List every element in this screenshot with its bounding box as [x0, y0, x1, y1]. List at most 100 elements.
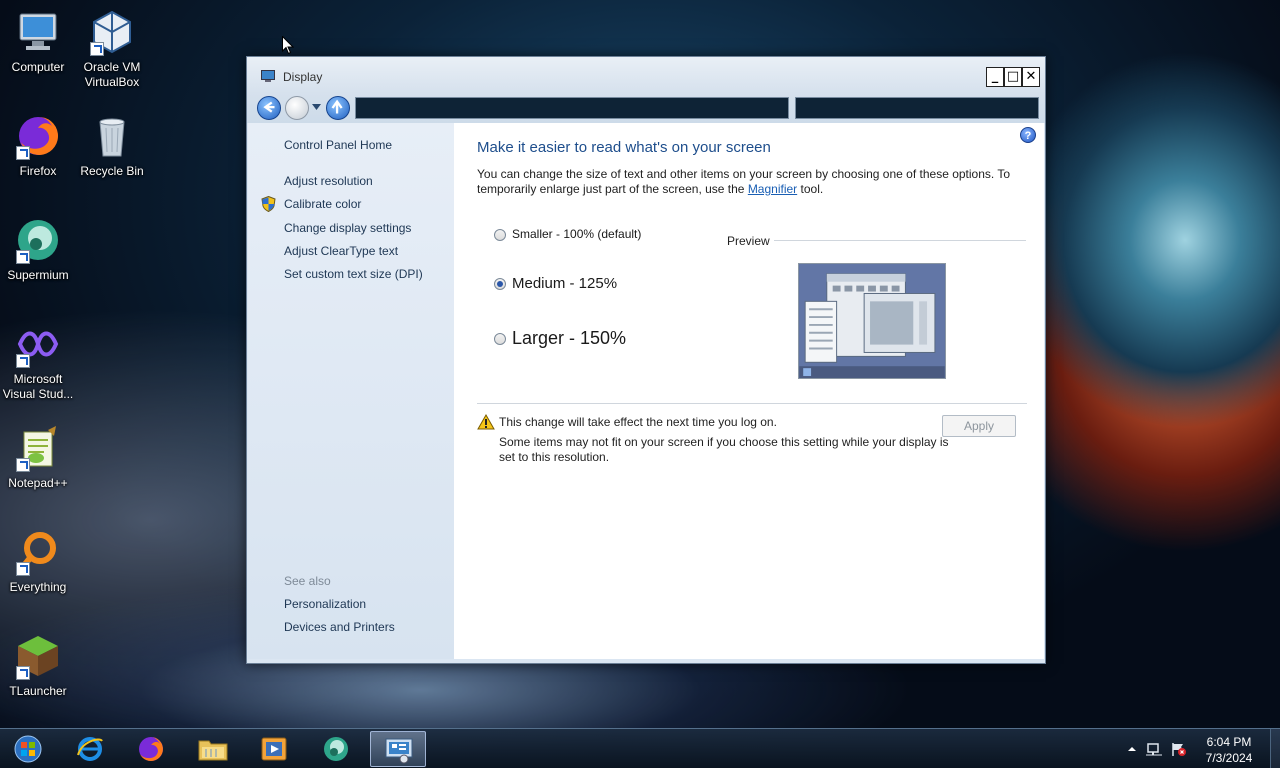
- radio-smaller[interactable]: [494, 228, 506, 241]
- visual-studio-icon: [14, 320, 62, 368]
- radio-larger[interactable]: [494, 333, 506, 346]
- taskbar-file-explorer[interactable]: [185, 731, 241, 767]
- firefox-icon: [139, 737, 163, 761]
- show-hidden-icons-icon[interactable]: [1124, 741, 1140, 757]
- description-text: You can change the size of text and othe…: [477, 167, 1011, 196]
- page-heading: Make it easier to read what's on your sc…: [477, 139, 771, 156]
- everything-icon: [14, 528, 62, 576]
- maximize-button[interactable]: □: [1004, 67, 1022, 87]
- supermium-icon: [14, 216, 62, 264]
- task-pane: Control Panel Home Adjust resolution Cal…: [248, 123, 454, 659]
- taskbar-internet-explorer[interactable]: [62, 731, 118, 767]
- mouse-cursor-icon: [282, 36, 294, 55]
- up-arrow-icon: [331, 99, 343, 114]
- control-panel-home-link[interactable]: Control Panel Home: [284, 138, 392, 152]
- shortcut-arrow-icon: [90, 42, 104, 56]
- calibrate-color-link[interactable]: Calibrate color: [284, 197, 361, 211]
- option-smaller[interactable]: Smaller - 100% (default): [494, 227, 641, 241]
- media-player-icon: [261, 737, 287, 761]
- desktop-icon-notepad-plus-plus[interactable]: Notepad++: [0, 424, 76, 491]
- action-center-flag-icon[interactable]: [1170, 741, 1186, 757]
- change-display-settings-link[interactable]: Change display settings: [284, 221, 411, 235]
- display-control-panel-icon: [385, 738, 413, 764]
- option-larger[interactable]: Larger - 150%: [494, 328, 626, 349]
- system-clock[interactable]: 6:04 PM 7/3/2024: [1196, 734, 1262, 766]
- uac-shield-icon: [261, 196, 276, 212]
- desktop-icon-label: Recycle Bin: [80, 164, 144, 178]
- clock-date: 7/3/2024: [1205, 751, 1253, 765]
- desktop-icon-firefox[interactable]: Firefox: [0, 112, 76, 179]
- section-divider: [477, 403, 1027, 404]
- back-button[interactable]: [257, 96, 281, 120]
- window-title: Display: [283, 70, 323, 84]
- option-smaller-label: Smaller - 100% (default): [512, 227, 642, 241]
- search-box[interactable]: [795, 97, 1039, 119]
- warning-message: This change will take effect the next ti…: [499, 415, 777, 429]
- page-description: You can change the size of text and othe…: [477, 167, 1017, 197]
- desktop-icon-everything[interactable]: Everything: [0, 528, 76, 595]
- desktop-icon-label: TLauncher: [9, 684, 67, 698]
- devices-and-printers-link[interactable]: Devices and Printers: [284, 620, 395, 634]
- radio-medium[interactable]: [494, 278, 506, 291]
- desktop-icon-computer[interactable]: Computer: [0, 8, 76, 75]
- back-arrow-icon: [263, 101, 275, 113]
- start-button[interactable]: [0, 731, 56, 767]
- desktop-icon-label: Microsoft Visual Stud...: [2, 372, 74, 401]
- title-bar[interactable]: Display _ □ ✕: [247, 57, 1045, 93]
- taskbar-display-control-panel[interactable]: [370, 731, 426, 767]
- forward-arrow-icon: [286, 97, 308, 119]
- adjust-resolution-link[interactable]: Adjust resolution: [284, 174, 373, 188]
- shortcut-arrow-icon: [16, 666, 30, 680]
- warning-detail: Some items may not fit on your screen if…: [499, 435, 949, 464]
- preview-divider: [774, 240, 1026, 241]
- address-bar[interactable]: [355, 97, 789, 119]
- forward-button[interactable]: [285, 96, 309, 120]
- option-medium[interactable]: Medium - 125%: [494, 275, 617, 292]
- desktop-icon-supermium[interactable]: Supermium: [0, 216, 76, 283]
- show-desktop-button[interactable]: [1270, 729, 1280, 768]
- taskbar-media-player[interactable]: [246, 731, 302, 767]
- desktop-icon-virtualbox[interactable]: Oracle VM VirtualBox: [74, 8, 150, 90]
- option-larger-label: Larger - 150%: [512, 328, 627, 348]
- adjust-cleartype-text-link[interactable]: Adjust ClearType text: [284, 244, 398, 258]
- up-button[interactable]: [326, 96, 350, 120]
- recent-pages-dropdown-icon[interactable]: [312, 104, 321, 111]
- desktop-icon-label: Firefox: [19, 164, 57, 178]
- minimize-button[interactable]: _: [986, 67, 1004, 87]
- taskbar-firefox[interactable]: [123, 731, 179, 767]
- shortcut-arrow-icon: [16, 562, 30, 576]
- desktop-icon-label: Everything: [9, 580, 67, 594]
- desktop-icon-recycle-bin[interactable]: Recycle Bin: [74, 112, 150, 179]
- personalization-link[interactable]: Personalization: [284, 597, 366, 611]
- help-icon[interactable]: ?: [1020, 127, 1036, 143]
- preview-label: Preview: [727, 234, 770, 248]
- taskbar-supermium[interactable]: [308, 731, 364, 767]
- close-button[interactable]: ✕: [1022, 67, 1040, 87]
- desktop-icon-label: Notepad++: [8, 476, 68, 490]
- set-custom-text-size-link[interactable]: Set custom text size (DPI): [284, 267, 423, 281]
- virtualbox-icon: [88, 8, 136, 56]
- firefox-icon: [14, 112, 62, 160]
- option-medium-label: Medium - 125%: [512, 275, 618, 292]
- warning-icon: [477, 414, 495, 430]
- notepad-plus-plus-icon: [14, 424, 62, 472]
- file-explorer-icon: [198, 740, 228, 761]
- shortcut-arrow-icon: [16, 146, 30, 160]
- start-orb-icon: [14, 735, 42, 763]
- taskbar: 6:04 PM 7/3/2024: [0, 728, 1280, 768]
- desktop-icon-tlauncher[interactable]: TLauncher: [0, 632, 76, 699]
- desktop-icon-visual-studio[interactable]: Microsoft Visual Stud...: [0, 320, 76, 402]
- computer-icon: [14, 8, 62, 56]
- preview-image: [798, 263, 946, 379]
- tlauncher-icon: [14, 632, 62, 680]
- internet-explorer-icon: [77, 737, 103, 761]
- navigation-bar: [247, 93, 1045, 123]
- display-window: Display _ □ ✕ Control Panel Home Adjust …: [246, 56, 1046, 664]
- magnifier-link[interactable]: Magnifier: [748, 182, 797, 196]
- description-text-end: tool.: [797, 182, 824, 196]
- apply-button[interactable]: Apply: [942, 415, 1016, 437]
- network-icon[interactable]: [1146, 741, 1162, 757]
- display-icon: [261, 70, 275, 82]
- main-content: ? Make it easier to read what's on your …: [454, 123, 1044, 659]
- supermium-icon: [324, 737, 348, 761]
